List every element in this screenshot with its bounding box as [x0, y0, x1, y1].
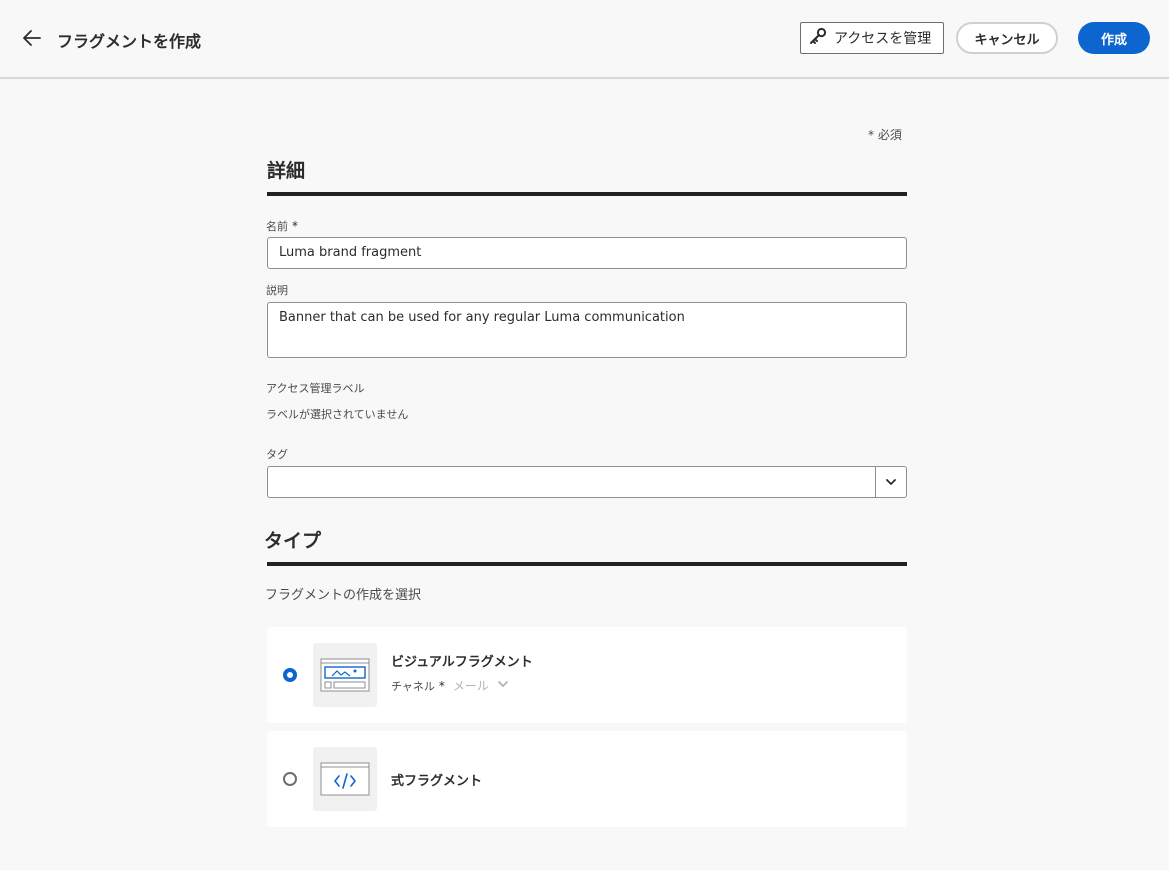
name-input[interactable]: Luma brand fragment [267, 237, 907, 269]
name-label: 名前 * [266, 218, 298, 234]
chevron-down-icon [885, 473, 897, 492]
name-label-text: 名前 [266, 220, 288, 233]
manage-access-button[interactable]: アクセスを管理 [800, 22, 944, 54]
tags-label: タグ [266, 448, 288, 461]
expression-fragment-radio[interactable] [283, 772, 297, 786]
access-label-value: ラベルが選択されていません [266, 408, 409, 421]
type-divider [267, 562, 907, 566]
required-note: * 必須 [868, 128, 902, 142]
key-icon [808, 26, 828, 50]
expression-fragment-title: 式フラグメント [391, 774, 483, 789]
visual-fragment-radio[interactable] [283, 668, 297, 682]
visual-fragment-card[interactable]: ビジュアルフラグメント チャネル * メール [267, 627, 907, 723]
details-divider [267, 192, 907, 196]
access-label-heading: アクセス管理ラベル [266, 382, 365, 395]
page-title: フラグメントを作成 [57, 32, 202, 51]
channel-chevron-down-icon[interactable] [497, 679, 509, 692]
cancel-button[interactable]: キャンセル [956, 22, 1058, 54]
expression-fragment-card[interactable]: 式フラグメント [267, 731, 907, 827]
tags-dropdown-button[interactable] [875, 467, 906, 497]
channel-required-mark: * [438, 678, 445, 693]
details-section-title: 詳細 [267, 160, 306, 182]
create-button[interactable]: 作成 [1078, 22, 1150, 54]
description-label: 説明 [266, 284, 288, 297]
manage-access-label: アクセスを管理 [834, 31, 932, 47]
type-subtitle: フラグメントの作成を選択 [265, 588, 422, 603]
visual-fragment-title: ビジュアルフラグメント [391, 655, 533, 670]
back-arrow-icon[interactable] [20, 26, 44, 50]
visual-fragment-icon [313, 643, 377, 707]
description-textarea[interactable]: Banner that can be used for any regular … [267, 302, 907, 358]
code-fragment-icon [313, 747, 377, 811]
type-section-title: タイプ [264, 530, 322, 552]
channel-select-value[interactable]: メール [453, 677, 489, 694]
top-bar: フラグメントを作成 アクセスを管理 キャンセル 作成 [0, 0, 1169, 79]
tags-combobox[interactable] [267, 466, 907, 498]
channel-label: チャネル [391, 679, 435, 693]
name-required-mark: * [292, 219, 298, 233]
channel-field: チャネル * メール [391, 677, 509, 694]
